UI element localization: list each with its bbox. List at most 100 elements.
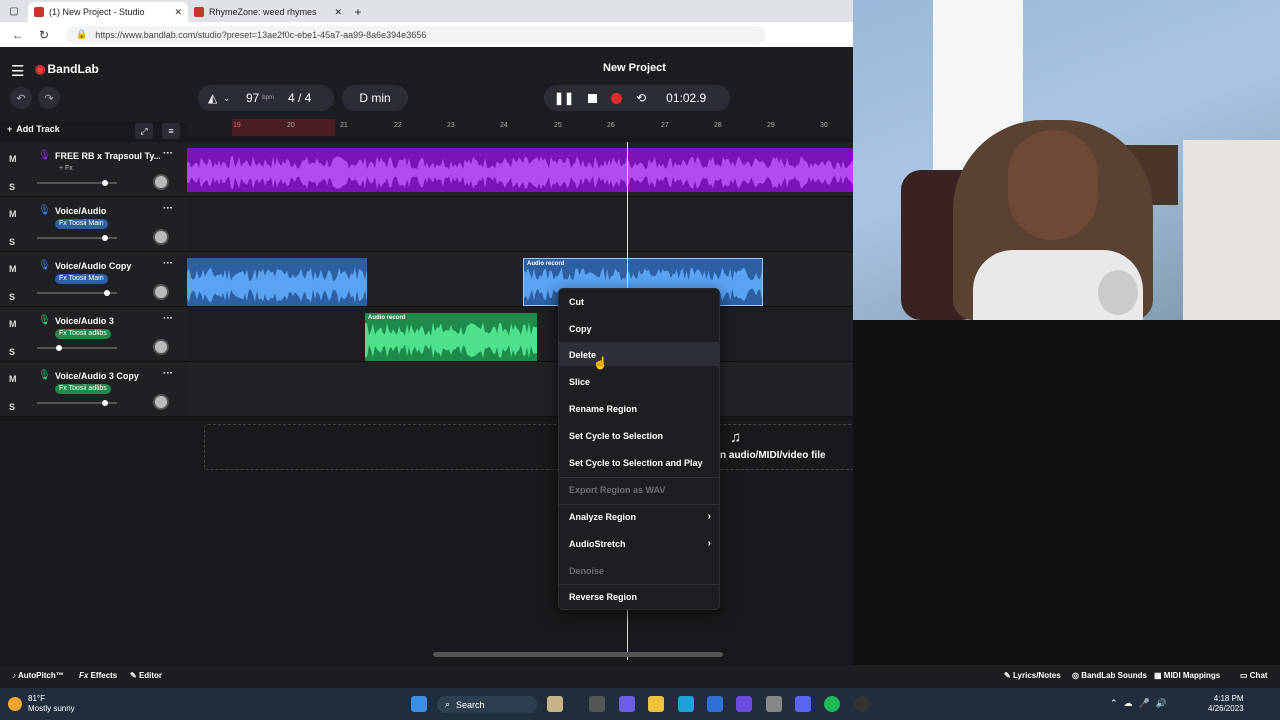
audio-region[interactable] <box>187 258 367 306</box>
task-view-icon[interactable] <box>589 696 605 712</box>
new-tab-button[interactable]: + <box>348 2 368 22</box>
file-explorer-icon[interactable] <box>648 696 664 712</box>
loop-icon[interactable]: ⟲ <box>636 91 646 105</box>
menu-item-copy[interactable]: Copy <box>559 316 719 340</box>
effects-button[interactable]: Fx Effects <box>79 671 117 680</box>
bandlab-logo[interactable]: ◉ BandLab <box>35 62 99 76</box>
edge-icon[interactable] <box>678 696 694 712</box>
more-options-icon[interactable]: ··· <box>163 148 173 159</box>
editor-button[interactable]: ✎ Editor <box>130 671 162 680</box>
undo-button[interactable]: ↶ <box>10 87 32 109</box>
fx-badge[interactable]: Fx Toosii adlibs <box>55 329 111 339</box>
teams-icon[interactable] <box>619 696 635 712</box>
track-lane[interactable]: Audio record <box>187 307 853 362</box>
more-options-icon[interactable]: ··· <box>163 368 173 379</box>
volume-slider-knob[interactable] <box>102 235 108 241</box>
timeline-ruler[interactable]: 19 20 21 22 23 24 25 26 27 28 29 30 <box>187 119 853 136</box>
track-lane[interactable] <box>187 362 853 417</box>
add-track-button[interactable]: + Add Track <box>7 124 60 134</box>
app-icon[interactable] <box>736 696 752 712</box>
volume-slider-knob[interactable] <box>104 290 111 296</box>
horizontal-scrollbar[interactable] <box>433 652 723 657</box>
more-options-icon[interactable]: ··· <box>163 313 173 324</box>
solo-button[interactable]: S <box>9 292 15 302</box>
browser-tab-studio[interactable]: (1) New Project - Studio ✕ <box>28 2 188 22</box>
store-icon[interactable] <box>707 696 723 712</box>
sounds-button[interactable]: ◎ BandLab Sounds <box>1072 671 1147 680</box>
track-header[interactable]: M S 🎙 Voice/Audio ··· Fx Toosii Main <box>0 197 187 252</box>
volume-slider[interactable] <box>37 400 117 406</box>
fx-badge[interactable]: Fx Toosii adlibs <box>55 384 111 394</box>
stop-icon[interactable] <box>588 93 598 103</box>
mute-button[interactable]: M <box>9 264 17 274</box>
more-options-icon[interactable]: ··· <box>163 258 173 269</box>
audio-region[interactable] <box>187 148 853 192</box>
track-name[interactable]: Voice/Audio 3 <box>55 316 160 326</box>
track-name[interactable]: Voice/Audio <box>55 206 160 216</box>
redo-button[interactable]: ↷ <box>38 87 60 109</box>
magic-wand-icon[interactable]: ⤢ <box>135 123 153 139</box>
reload-icon[interactable]: ↻ <box>34 28 54 42</box>
track-settings-icon[interactable]: ≡ <box>162 123 180 139</box>
track-header[interactable]: M S 🎙 FREE RB x Trapsoul Ty... ··· + Fx <box>0 142 187 197</box>
steam-icon[interactable] <box>766 696 782 712</box>
time-signature[interactable]: 4 / 4 <box>288 91 311 105</box>
clock[interactable]: 4:18 PM 4/26/2023 <box>1208 694 1244 714</box>
track-header[interactable]: M S 🎙 Voice/Audio 3 ··· Fx Toosii adlibs <box>0 307 187 362</box>
tempo-value[interactable]: 97 <box>246 91 259 105</box>
browser-tab-rhymezone[interactable]: RhymeZone: weed rhymes ✕ <box>188 2 348 22</box>
address-bar[interactable]: 🔒 https://www.bandlab.com/studio?preset=… <box>66 25 766 44</box>
mute-button[interactable]: M <box>9 374 17 384</box>
solo-button[interactable]: S <box>9 402 15 412</box>
mute-button[interactable]: M <box>9 209 17 219</box>
fx-badge[interactable]: Fx Toosii Main <box>55 274 108 284</box>
hamburger-menu-icon[interactable]: ☰ <box>11 62 24 80</box>
menu-item-cut[interactable]: Cut <box>559 289 719 313</box>
track-name[interactable]: FREE RB x Trapsoul Ty... <box>55 151 160 161</box>
mute-button[interactable]: M <box>9 319 17 329</box>
tab-close-icon[interactable]: ✕ <box>174 7 182 18</box>
solo-button[interactable]: S <box>9 237 15 247</box>
volume-slider[interactable] <box>37 235 117 241</box>
window-menu-icon[interactable]: ▢ <box>0 0 28 22</box>
mute-button[interactable]: M <box>9 154 17 164</box>
volume-slider[interactable] <box>37 180 117 186</box>
pan-knob[interactable] <box>153 394 169 410</box>
more-options-icon[interactable]: ··· <box>163 203 173 214</box>
volume-slider-knob[interactable] <box>102 400 108 406</box>
volume-slider-knob[interactable] <box>102 180 108 186</box>
record-icon[interactable] <box>611 92 623 104</box>
cycle-region[interactable] <box>232 119 335 136</box>
track-header[interactable]: M S 🎙 Voice/Audio 3 Copy ··· Fx Toosii adlibs <box>0 362 187 417</box>
widgets-icon[interactable] <box>547 696 563 712</box>
autopitch-button[interactable]: ♪ AutoPitch™ <box>12 671 64 680</box>
menu-item-analyze-region[interactable]: Analyze Region › <box>559 504 719 528</box>
midi-button[interactable]: ▦ MIDI Mappings <box>1154 671 1220 680</box>
solo-button[interactable]: S <box>9 182 15 192</box>
pan-knob[interactable] <box>153 284 169 300</box>
chevron-down-icon[interactable]: ⌄ <box>223 94 230 103</box>
track-name[interactable]: Voice/Audio Copy <box>55 261 160 271</box>
tab-close-icon[interactable]: ✕ <box>334 7 342 18</box>
system-tray-icons[interactable]: ⌃☁🎤🔊 <box>1110 698 1173 709</box>
menu-item-delete[interactable]: Delete <box>559 342 719 366</box>
track-name[interactable]: Voice/Audio 3 Copy <box>55 371 160 381</box>
metronome-icon[interactable]: ◭ <box>208 91 217 105</box>
pan-knob[interactable] <box>153 229 169 245</box>
project-title[interactable]: New Project <box>603 62 666 74</box>
audio-region[interactable]: Audio record <box>365 313 537 361</box>
spotify-icon[interactable] <box>824 696 840 712</box>
menu-item-audiostretch[interactable]: AudioStretch › <box>559 531 719 555</box>
fx-badge[interactable]: + Fx <box>55 164 77 174</box>
pan-knob[interactable] <box>153 174 169 190</box>
menu-item-rename-region[interactable]: Rename Region <box>559 396 719 420</box>
menu-item-reverse-region[interactable]: Reverse Region <box>559 584 719 608</box>
solo-button[interactable]: S <box>9 347 15 357</box>
chat-button[interactable]: ▭ Chat <box>1240 671 1268 680</box>
menu-item-slice[interactable]: Slice <box>559 369 719 393</box>
back-arrow-icon[interactable]: ← <box>8 28 28 42</box>
key-selector[interactable]: D min <box>342 85 408 111</box>
windows-start-icon[interactable] <box>411 696 427 712</box>
track-lane[interactable] <box>187 197 853 252</box>
taskbar-search[interactable]: ⌕ Search <box>437 696 537 713</box>
